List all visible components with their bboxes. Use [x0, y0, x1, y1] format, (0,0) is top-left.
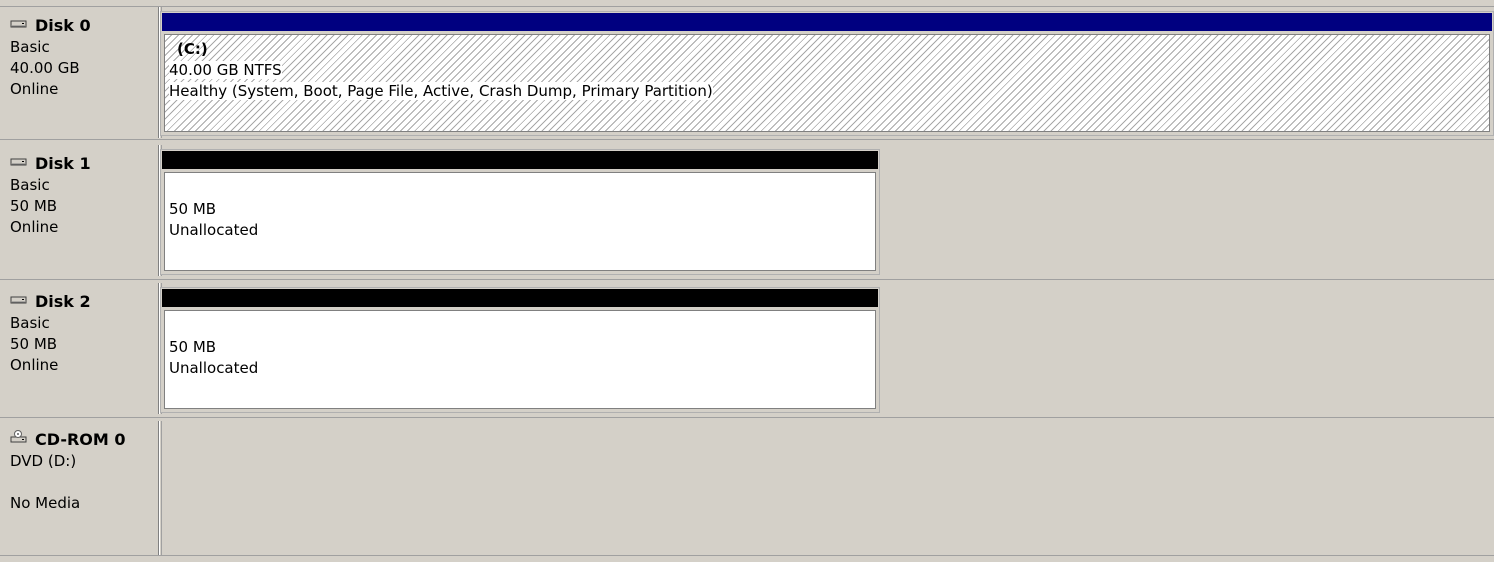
disk-row-2[interactable]: Disk 2 Basic 50 MB Online 50 MB Unalloca… [0, 283, 1494, 414]
partition-bar-unallocated [162, 151, 878, 169]
partition-size: 50 MB [169, 200, 217, 218]
row-separator [0, 139, 1494, 140]
disk-status: Online [10, 218, 59, 236]
disk-management-graphical-view: Disk 0 Basic 40.00 GB Online (C:) 40.00 … [0, 0, 1494, 562]
disk-label-1[interactable]: Disk 1 Basic 50 MB Online [0, 145, 159, 276]
row-separator [0, 279, 1494, 280]
partition-unallocated[interactable]: 50 MB Unallocated [160, 149, 880, 275]
partition-body [164, 310, 876, 409]
disk-title: Disk 0 [10, 16, 91, 35]
partition-bar-primary [162, 13, 1492, 31]
bottom-border [0, 555, 1494, 556]
disk-size: 50 MB [10, 197, 58, 215]
partition-unallocated[interactable]: 50 MB Unallocated [160, 287, 880, 413]
partition-body [164, 172, 876, 271]
hard-disk-icon [10, 153, 28, 167]
disk-size: 40.00 GB [10, 59, 80, 77]
partition-state: Unallocated [169, 221, 259, 239]
disk-row-1[interactable]: Disk 1 Basic 50 MB Online 50 MB Unalloca… [0, 145, 1494, 276]
disk-title: Disk 2 [10, 292, 91, 311]
partition-state: Unallocated [169, 359, 259, 377]
partition-health: Healthy (System, Boot, Page File, Active… [169, 82, 713, 100]
disk-name: Disk 2 [35, 292, 91, 311]
partition-size-fs: 40.00 GB NTFS [169, 61, 282, 79]
disk-title: Disk 1 [10, 154, 91, 173]
disk-size: 50 MB [10, 335, 58, 353]
disk-type: Basic [10, 38, 50, 56]
cd-rom-icon [10, 429, 28, 443]
partition-bar-unallocated [162, 289, 878, 307]
disk-title: CD-ROM 0 [10, 429, 126, 449]
partition-c[interactable]: (C:) 40.00 GB NTFS Healthy (System, Boot… [160, 11, 1494, 136]
cdrom-row-0[interactable]: CD-ROM 0 DVD (D:) No Media [0, 421, 1494, 555]
partition-size: 50 MB [169, 338, 217, 356]
disk-row-0[interactable]: Disk 0 Basic 40.00 GB Online (C:) 40.00 … [0, 7, 1494, 138]
disk-name: CD-ROM 0 [35, 430, 126, 449]
disk-status: Online [10, 356, 59, 374]
disk-name: Disk 0 [35, 16, 91, 35]
disk-type: DVD (D:) [10, 452, 77, 470]
partition-volume-label: (C:) [177, 40, 208, 58]
volume-letter: (C:) [177, 40, 208, 58]
disk-status: Online [10, 80, 59, 98]
row-separator [0, 417, 1494, 418]
top-border [0, 0, 1494, 7]
disk-status: No Media [10, 494, 81, 512]
hard-disk-icon [10, 15, 28, 29]
disk-label-0[interactable]: Disk 0 Basic 40.00 GB Online [0, 7, 159, 138]
disk-type: Basic [10, 176, 50, 194]
disk-name: Disk 1 [35, 154, 91, 173]
disk-label-2[interactable]: Disk 2 Basic 50 MB Online [0, 283, 159, 414]
disk-type: Basic [10, 314, 50, 332]
hard-disk-icon [10, 291, 28, 305]
cdrom-label-0[interactable]: CD-ROM 0 DVD (D:) No Media [0, 421, 159, 555]
